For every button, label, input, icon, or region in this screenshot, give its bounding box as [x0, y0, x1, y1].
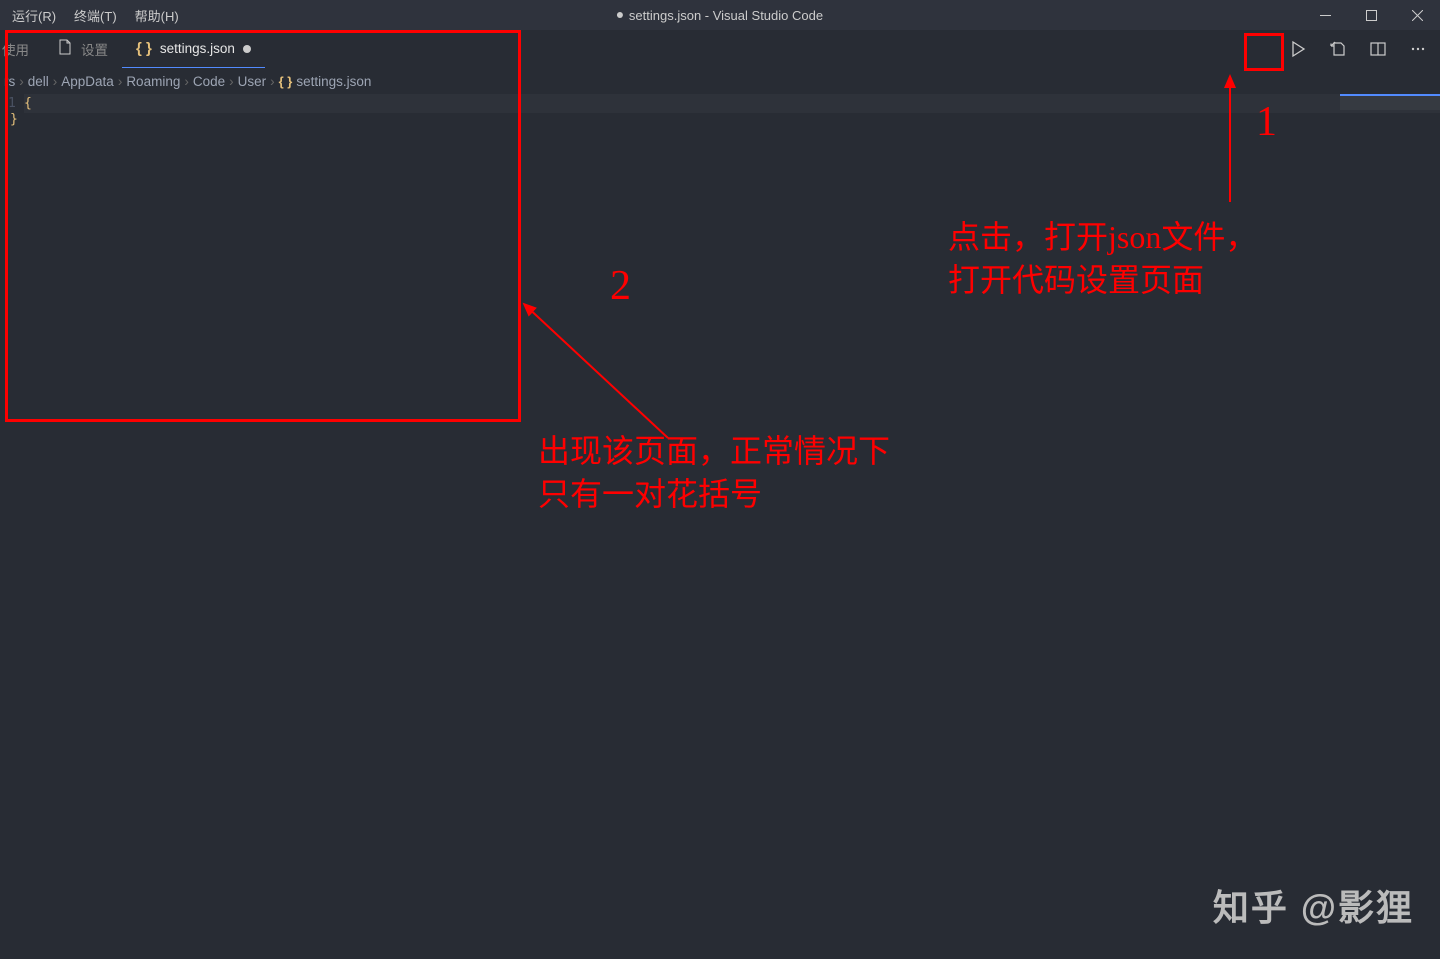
bc-item[interactable]: User	[238, 74, 267, 89]
tab-bar: 使用 设置 { } settings.json	[0, 30, 1440, 68]
menu-help[interactable]: 帮助(H)	[127, 2, 187, 29]
chevron-right-icon: ›	[270, 74, 275, 89]
tab-modified-dot-icon	[243, 45, 251, 53]
menu-bar: 运行(R) 终端(T) 帮助(H)	[0, 2, 187, 29]
bc-file[interactable]: settings.json	[296, 74, 371, 89]
tab-file-label: settings.json	[160, 41, 235, 56]
bc-item[interactable]: rs	[4, 74, 15, 89]
tab-partial-label: 使用	[2, 39, 29, 59]
tab-partial[interactable]: 使用	[0, 30, 43, 68]
chevron-right-icon: ›	[19, 74, 24, 89]
chevron-right-icon: ›	[118, 74, 123, 89]
split-editor-icon[interactable]	[1364, 35, 1392, 63]
chevron-right-icon: ›	[53, 74, 58, 89]
chevron-right-icon: ›	[229, 74, 234, 89]
maximize-button[interactable]	[1348, 0, 1394, 30]
close-button[interactable]	[1394, 0, 1440, 30]
window-title: settings.json - Visual Studio Code	[617, 8, 823, 23]
json-icon: { }	[279, 74, 293, 89]
run-icon[interactable]	[1284, 35, 1312, 63]
bc-item[interactable]: Roaming	[126, 74, 180, 89]
editor-line[interactable]: {	[24, 94, 1440, 113]
line-number: 1	[8, 96, 16, 111]
title-bar: 运行(R) 终端(T) 帮助(H) settings.json - Visual…	[0, 0, 1440, 30]
open-settings-json-icon[interactable]	[1324, 35, 1352, 63]
breadcrumb[interactable]: rs › dell › AppData › Roaming › Code › U…	[0, 68, 1440, 94]
tab-settings[interactable]: 设置	[43, 30, 122, 68]
tab-settings-json[interactable]: { } settings.json	[122, 30, 265, 68]
bc-item[interactable]: Code	[193, 74, 225, 89]
tab-settings-label: 设置	[81, 39, 108, 59]
minimap[interactable]	[1340, 94, 1440, 110]
json-icon: { }	[136, 40, 152, 57]
minimize-button[interactable]	[1302, 0, 1348, 30]
watermark-author: @影狸	[1301, 879, 1414, 931]
more-actions-icon[interactable]	[1404, 35, 1432, 63]
brace-close: }	[10, 112, 18, 127]
brace-open: {	[24, 96, 32, 111]
watermark-brand: 知乎	[1213, 879, 1289, 931]
modified-indicator-icon	[617, 12, 623, 18]
menu-terminal[interactable]: 终端(T)	[66, 2, 125, 29]
window-title-text: settings.json - Visual Studio Code	[629, 8, 823, 23]
window-controls	[1302, 0, 1440, 30]
editor-area[interactable]: 1 { }	[0, 94, 1440, 959]
menu-run[interactable]: 运行(R)	[4, 2, 64, 29]
bc-item[interactable]: dell	[28, 74, 49, 89]
chevron-right-icon: ›	[184, 74, 189, 89]
bc-item[interactable]: AppData	[61, 74, 114, 89]
tab-actions	[1284, 30, 1432, 68]
watermark: 知乎 @影狸	[1213, 879, 1414, 931]
file-icon	[57, 39, 73, 59]
